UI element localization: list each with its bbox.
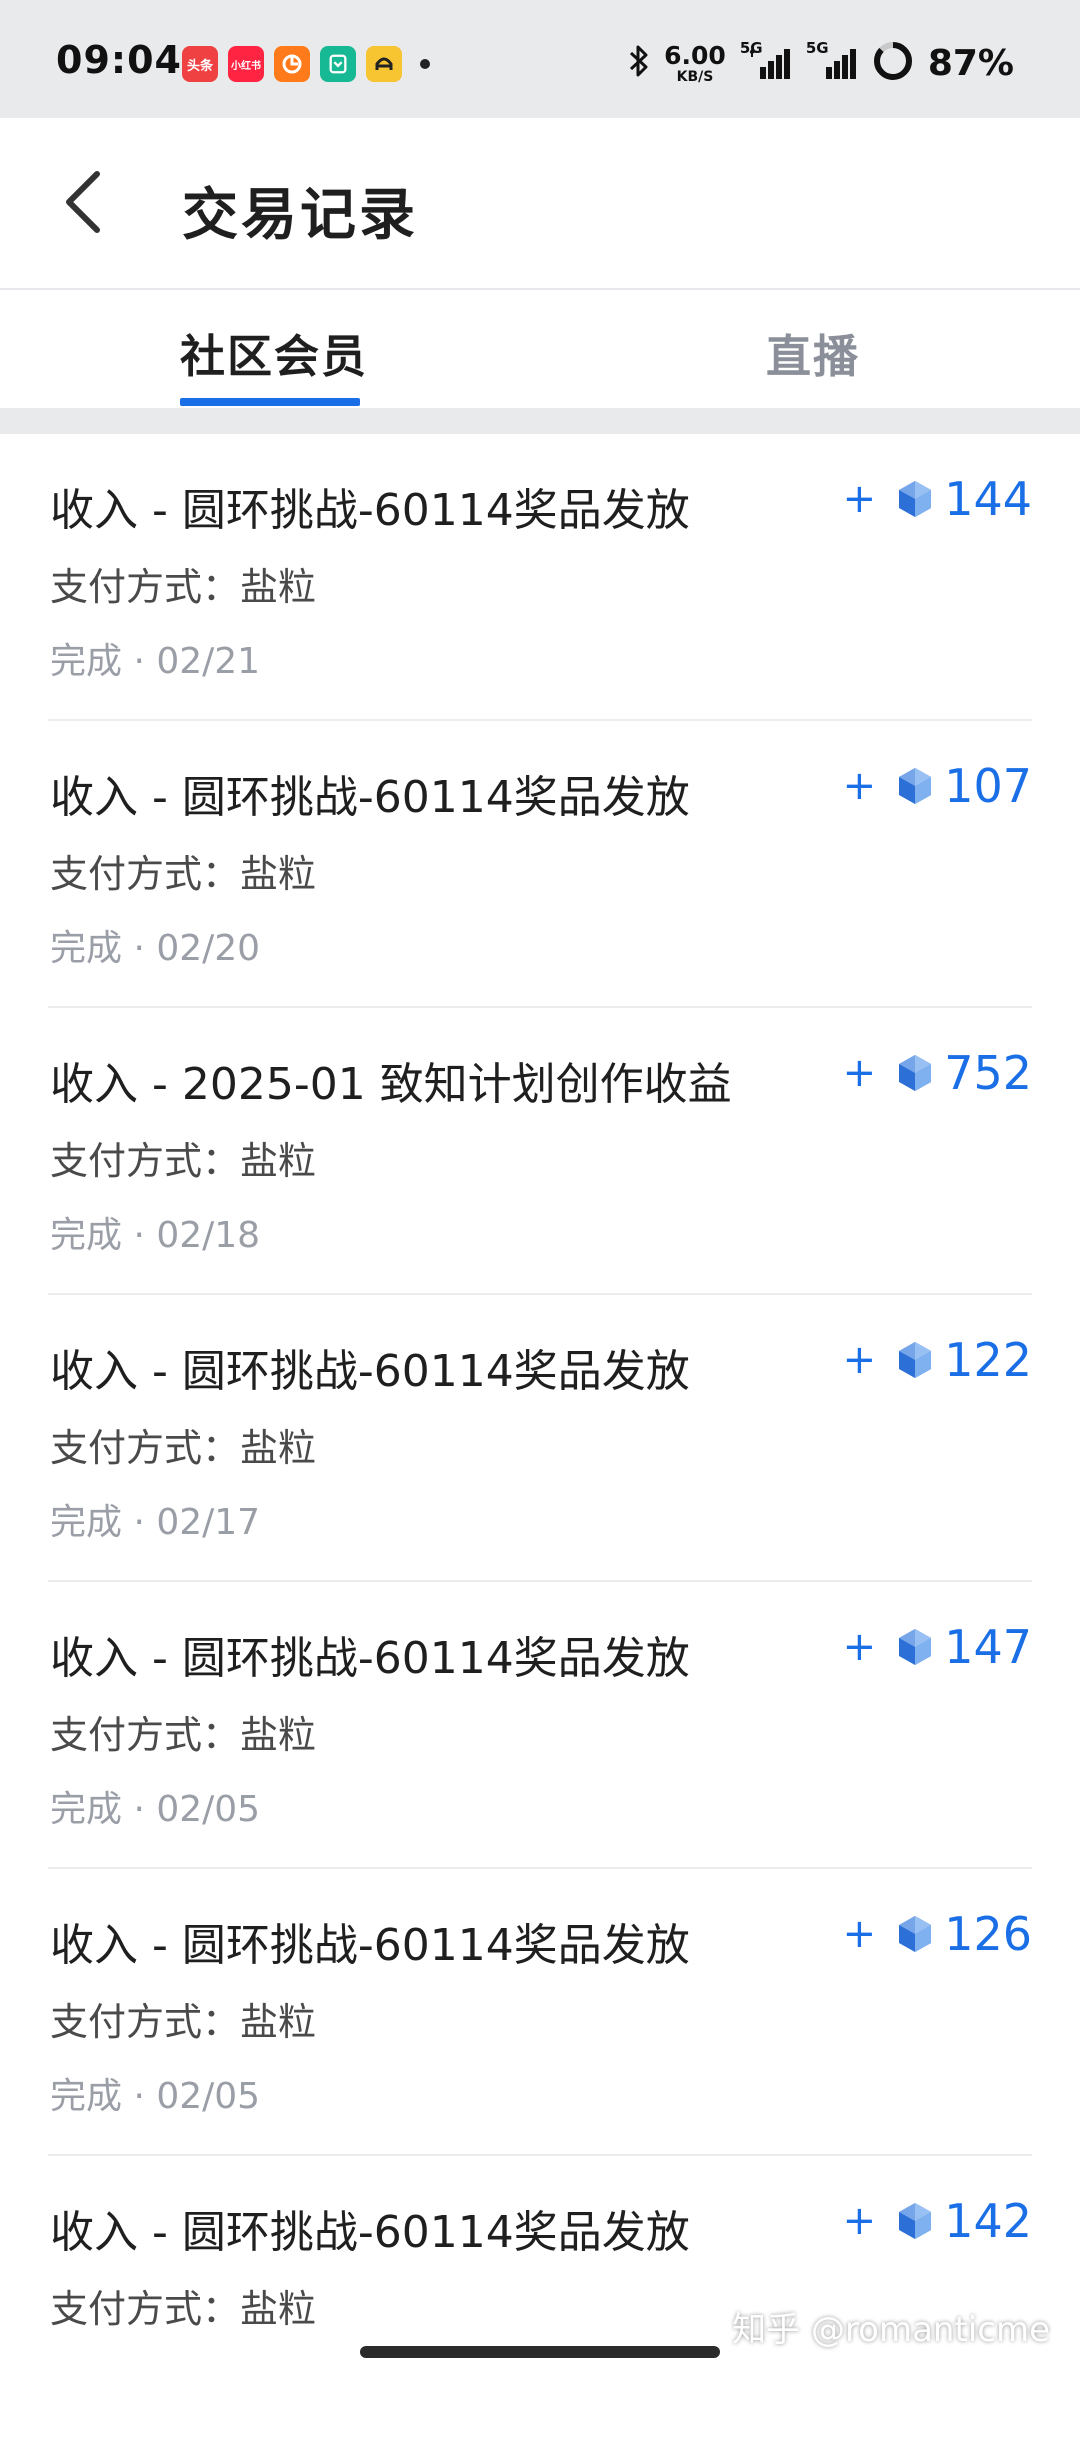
network-type-label: 5G	[805, 39, 829, 57]
amount-value: 147	[944, 1620, 1032, 1674]
green-app-icon	[320, 46, 356, 82]
payment-method: 支付方式：盐粒	[50, 1713, 317, 1757]
transaction-status-date: 完成 · 02/21	[50, 641, 261, 682]
transaction-title: 收入 - 圆环挑战-60114奖品发放	[50, 1346, 690, 1397]
transaction-status-date: 完成 · 02/05	[50, 2076, 261, 2117]
amount-value: 752	[944, 1046, 1032, 1100]
transaction-title: 收入 - 2025-01 致知计划创作收益	[50, 1059, 732, 1110]
transaction-row[interactable]: 收入 - 圆环挑战-60114奖品发放 支付方式：盐粒 完成 · 02/17 +…	[48, 1295, 1032, 1582]
network-speed-value: 6.00	[664, 40, 726, 70]
page-title: 交易记录	[182, 183, 418, 248]
amount-sign: +	[842, 1337, 877, 1383]
status-time: 09:04	[56, 38, 182, 82]
transaction-amount: + 122	[843, 1333, 1032, 1387]
amount-sign: +	[842, 1624, 877, 1670]
orange-app-icon	[274, 46, 310, 82]
section-divider	[0, 408, 1080, 434]
payment-method: 支付方式：盐粒	[50, 852, 317, 896]
amount-value: 126	[944, 1907, 1032, 1961]
amount-sign: +	[842, 763, 877, 809]
transaction-row[interactable]: 收入 - 圆环挑战-60114奖品发放 支付方式：盐粒 + 142	[48, 2156, 1032, 2443]
amount-value: 142	[944, 2194, 1032, 2248]
tab-community-member[interactable]: 社区会员	[180, 320, 368, 385]
transaction-amount: + 752	[843, 1046, 1032, 1100]
signal-strength-sim2: 5G	[806, 39, 858, 81]
payment-method: 支付方式：盐粒	[50, 2000, 317, 2044]
payment-method: 支付方式：盐粒	[50, 1139, 317, 1183]
network-speed-unit: KB/S	[676, 68, 714, 85]
salt-coin-icon	[899, 1055, 932, 1091]
transaction-amount: + 142	[843, 2194, 1032, 2248]
payment-method: 支付方式：盐粒	[50, 1426, 317, 1470]
transaction-row[interactable]: 收入 - 圆环挑战-60114奖品发放 支付方式：盐粒 完成 · 02/20 +…	[48, 721, 1032, 1008]
salt-coin-icon	[899, 481, 932, 517]
amount-sign: +	[842, 1911, 877, 1957]
toutiao-app-icon: 头条	[182, 46, 218, 82]
home-indicator-bar[interactable]	[360, 2346, 720, 2358]
amount-sign: +	[842, 2198, 877, 2244]
transaction-status-date: 完成 · 02/17	[50, 1502, 261, 1543]
status-bar: 09:04 头条 小红书 6.00 KB/S 5G 5G 87%	[0, 0, 1080, 118]
salt-coin-icon	[899, 1342, 932, 1378]
transaction-list: 收入 - 圆环挑战-60114奖品发放 支付方式：盐粒 完成 · 02/21 +…	[0, 434, 1080, 2443]
battery-percentage: 87%	[927, 42, 1014, 84]
salt-coin-icon	[899, 1916, 932, 1952]
transaction-amount: + 126	[843, 1907, 1032, 1961]
transaction-row[interactable]: 收入 - 圆环挑战-60114奖品发放 支付方式：盐粒 完成 · 02/21 +…	[48, 434, 1032, 721]
amount-value: 107	[944, 759, 1032, 813]
transaction-row[interactable]: 收入 - 圆环挑战-60114奖品发放 支付方式：盐粒 完成 · 02/05 +…	[48, 1582, 1032, 1869]
amount-sign: +	[842, 1050, 877, 1096]
amount-value: 144	[944, 472, 1032, 526]
transaction-amount: + 107	[843, 759, 1032, 813]
network-type-label: 5G	[739, 39, 763, 57]
amount-sign: +	[842, 476, 877, 522]
payment-method: 支付方式：盐粒	[50, 2287, 317, 2331]
transaction-status-date: 完成 · 02/05	[50, 1789, 261, 1830]
transaction-amount: + 147	[843, 1620, 1032, 1674]
app-header: 交易记录	[0, 118, 1080, 290]
yellow-app-icon	[366, 46, 402, 82]
transaction-title: 收入 - 圆环挑战-60114奖品发放	[50, 485, 690, 536]
bluetooth-icon	[628, 43, 650, 83]
transaction-title: 收入 - 圆环挑战-60114奖品发放	[50, 1920, 690, 1971]
transaction-status-date: 完成 · 02/18	[50, 1215, 261, 1256]
salt-coin-icon	[899, 768, 932, 804]
transaction-title: 收入 - 圆环挑战-60114奖品发放	[50, 772, 690, 823]
transaction-amount: + 144	[843, 472, 1032, 526]
status-indicators: 6.00 KB/S 5G 5G 87%	[628, 39, 1014, 86]
amount-value: 122	[944, 1333, 1032, 1387]
signal-strength-sim1: 5G	[740, 39, 792, 81]
transaction-row[interactable]: 收入 - 2025-01 致知计划创作收益 支付方式：盐粒 完成 · 02/18…	[48, 1008, 1032, 1295]
notification-app-icons: 头条 小红书	[182, 46, 430, 82]
transaction-title: 收入 - 圆环挑战-60114奖品发放	[50, 2207, 690, 2258]
tab-bar: 社区会员 直播	[0, 290, 1080, 408]
transaction-status-date: 完成 · 02/20	[50, 928, 261, 969]
network-speed: 6.00 KB/S	[664, 43, 726, 84]
transaction-row[interactable]: 收入 - 圆环挑战-60114奖品发放 支付方式：盐粒 完成 · 02/05 +…	[48, 1869, 1032, 2156]
back-button[interactable]	[48, 164, 118, 240]
watermark: 知乎 @romanticme	[732, 2310, 1050, 2350]
payment-method: 支付方式：盐粒	[50, 565, 317, 609]
more-notifications-dot	[420, 59, 430, 69]
active-tab-indicator	[180, 398, 360, 406]
salt-coin-icon	[899, 1629, 932, 1665]
salt-coin-icon	[899, 2203, 932, 2239]
battery-ring-icon	[872, 40, 914, 86]
chevron-left-icon	[66, 171, 100, 233]
transaction-title: 收入 - 圆环挑战-60114奖品发放	[50, 1633, 690, 1684]
tab-live-stream[interactable]: 直播	[766, 320, 860, 385]
xiaohongshu-app-icon: 小红书	[228, 46, 264, 82]
